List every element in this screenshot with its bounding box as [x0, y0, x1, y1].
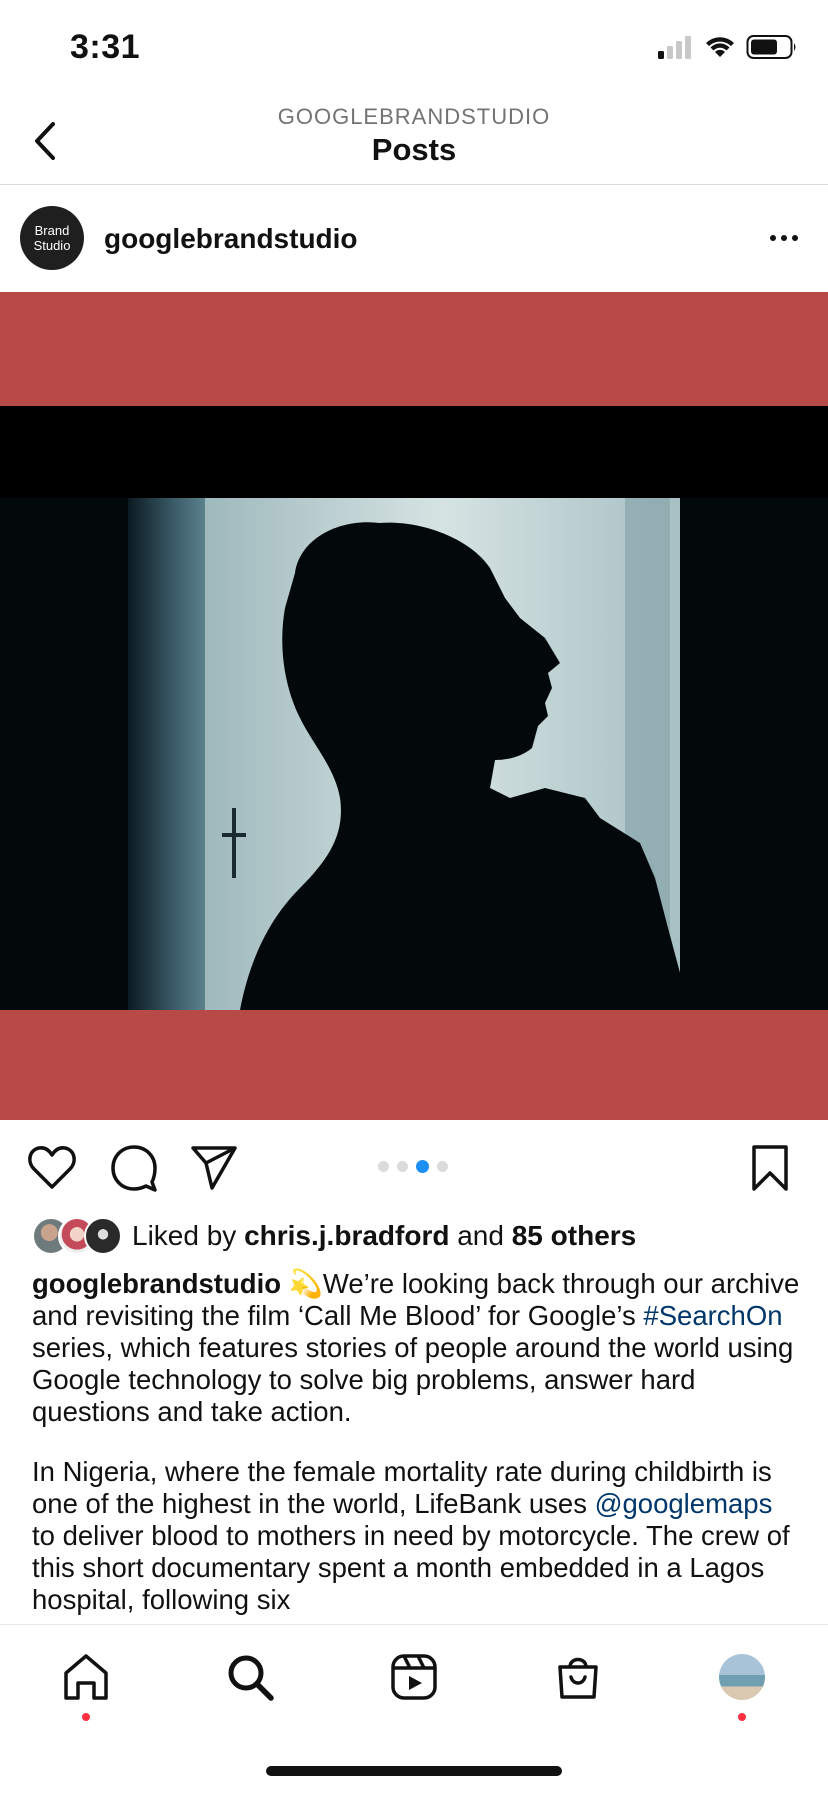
bookmark-icon[interactable] — [744, 1142, 796, 1194]
likes-middle: and — [457, 1220, 504, 1251]
caption-text: series, which features stories of people… — [32, 1332, 794, 1427]
likes-text: Liked by chris.j.bradford and 85 others — [132, 1220, 636, 1252]
silhouette-image — [0, 498, 828, 1010]
video-frame — [0, 498, 828, 1010]
tab-profile[interactable] — [712, 1647, 772, 1707]
caption-author[interactable]: googlebrandstudio — [32, 1268, 281, 1299]
header-subtitle: GOOGLEBRANDSTUDIO — [277, 104, 551, 129]
post-actions — [0, 1120, 828, 1212]
more-horizontal-icon-dot — [781, 235, 787, 241]
liker-avatar — [84, 1217, 122, 1255]
status-time: 3:31 — [70, 28, 141, 66]
carousel-dot — [416, 1160, 429, 1173]
post-caption: googlebrandstudio 💫We’re looking back th… — [32, 1268, 802, 1644]
cellular-signal-icon — [658, 36, 691, 59]
send-icon[interactable] — [188, 1142, 240, 1194]
comment-icon[interactable] — [108, 1142, 160, 1194]
reels-icon — [391, 1654, 437, 1700]
likes-prefix: Liked by — [132, 1220, 237, 1251]
likes-others-count[interactable]: 85 others — [512, 1220, 637, 1251]
nav-header: GOOGLEBRANDSTUDIO Posts — [0, 96, 828, 185]
caption-text: to deliver blood to mothers in need by m… — [32, 1520, 790, 1615]
carousel-dot — [397, 1161, 408, 1172]
battery-icon — [746, 35, 796, 59]
post-header: Brand Studio googlebrandstudio — [0, 185, 828, 291]
carousel-dot — [378, 1161, 389, 1172]
shopping-bag-icon — [558, 1657, 598, 1699]
author-avatar[interactable]: Brand Studio — [20, 206, 84, 270]
search-icon — [228, 1655, 274, 1701]
post-media[interactable] — [0, 292, 828, 1120]
sparkle-emoji: 💫 — [288, 1268, 323, 1299]
mention-link[interactable]: @googlemaps — [595, 1488, 773, 1519]
page-title: Posts — [371, 132, 457, 167]
more-options-button[interactable] — [764, 223, 804, 253]
more-horizontal-icon-dot — [792, 235, 798, 241]
tab-reels[interactable] — [384, 1647, 444, 1707]
heart-icon[interactable] — [26, 1142, 78, 1194]
author-username[interactable]: googlebrandstudio — [104, 223, 358, 255]
wifi-icon — [706, 37, 734, 57]
tab-home[interactable] — [56, 1647, 116, 1707]
caption-paragraph: In Nigeria, where the female mortality r… — [32, 1456, 802, 1616]
liker-avatars — [32, 1217, 124, 1255]
likes-row[interactable]: Liked by chris.j.bradford and 85 others — [32, 1216, 636, 1256]
avatar-text-line1: Brand — [34, 223, 70, 238]
hashtag-link[interactable]: #SearchOn — [643, 1300, 782, 1331]
tab-shop[interactable] — [548, 1647, 608, 1707]
home-notification-dot — [82, 1713, 90, 1721]
letterbox-band — [0, 406, 828, 498]
liked-by-user[interactable]: chris.j.bradford — [244, 1220, 449, 1251]
carousel-dot — [437, 1161, 448, 1172]
more-horizontal-icon-dot — [770, 235, 776, 241]
carousel-indicator — [378, 1160, 448, 1173]
home-icon — [64, 1654, 108, 1700]
profile-notification-dot — [738, 1713, 746, 1721]
status-bar: 3:31 — [0, 0, 828, 96]
status-icons — [658, 34, 798, 60]
profile-avatar — [719, 1654, 765, 1700]
caption-paragraph: googlebrandstudio 💫We’re looking back th… — [32, 1268, 802, 1428]
tab-search[interactable] — [220, 1647, 280, 1707]
home-indicator — [266, 1766, 562, 1776]
avatar-text-line2: Studio — [33, 238, 71, 253]
